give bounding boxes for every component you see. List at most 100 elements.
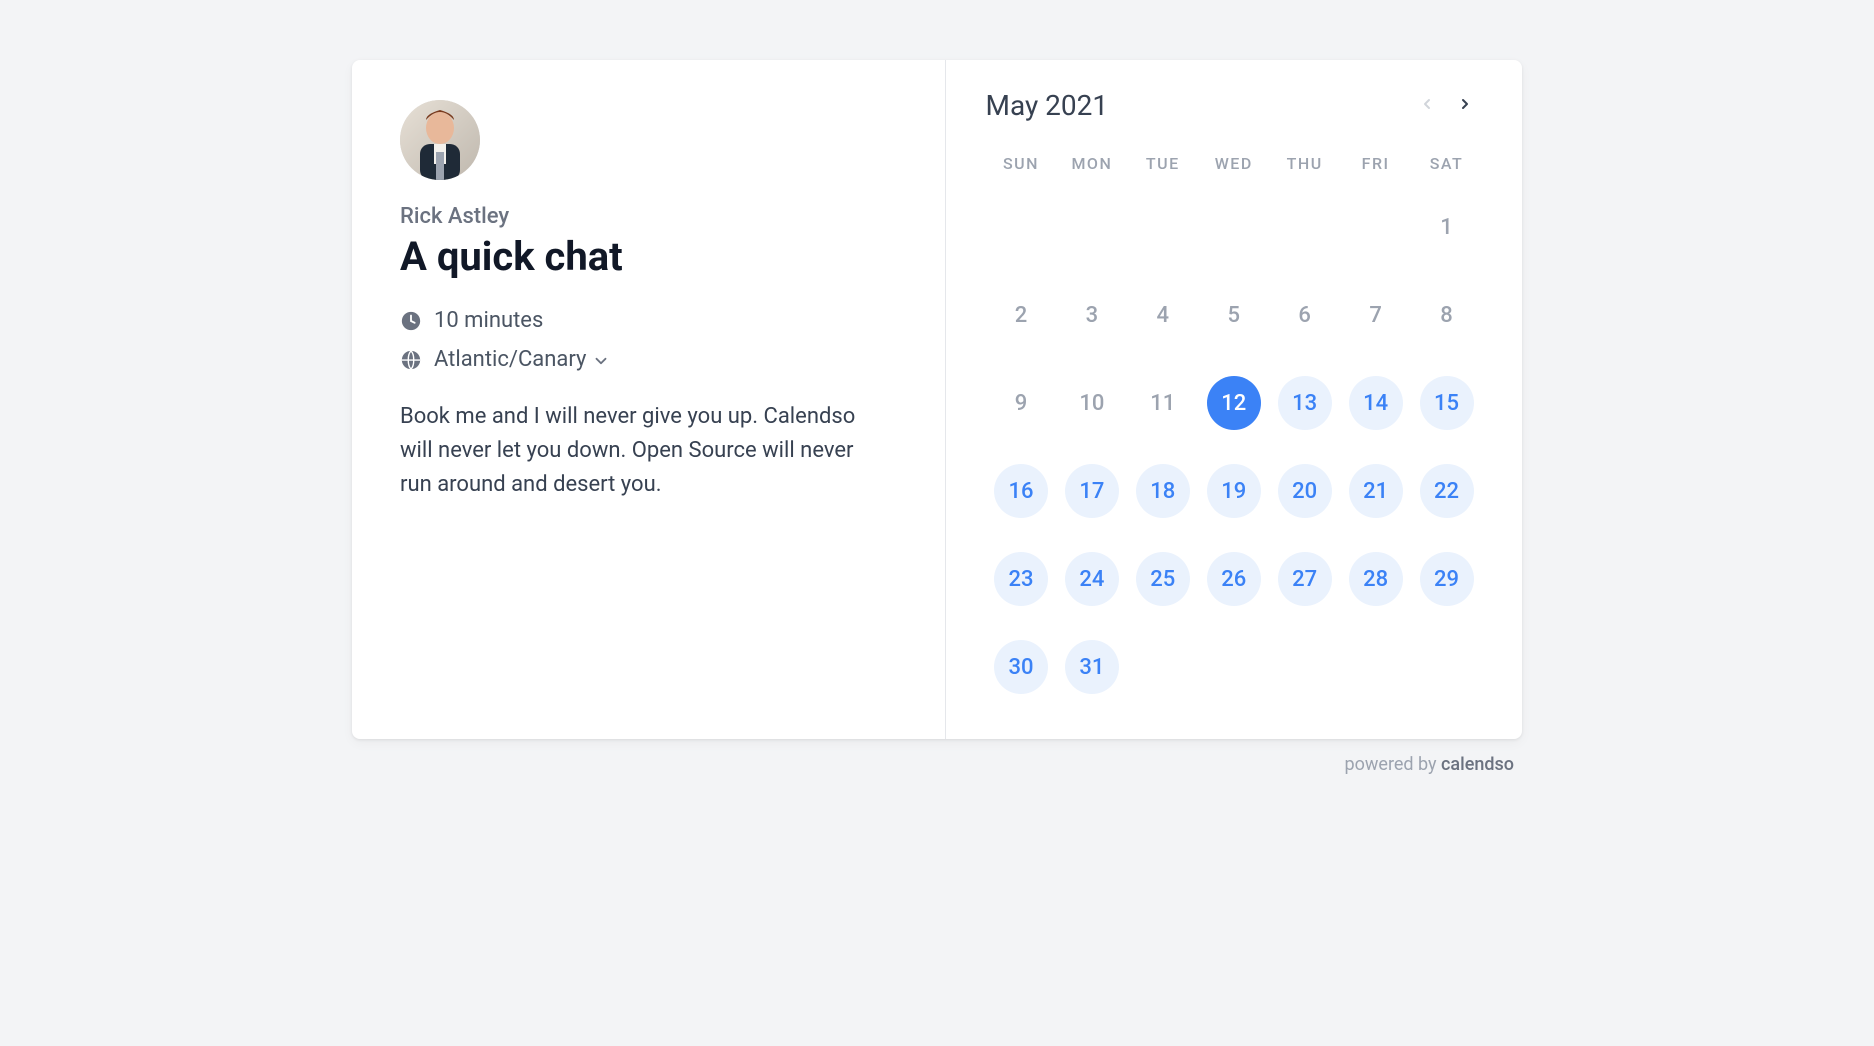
calendar-day-cell (1340, 195, 1411, 259)
calendar-day: 3 (1065, 288, 1119, 342)
calendar-day-cell: 5 (1198, 283, 1269, 347)
event-description: Book me and I will never give you up. Ca… (400, 400, 870, 502)
weekday-label: WED (1198, 144, 1269, 183)
clock-icon (400, 310, 422, 332)
timezone-selector[interactable]: Atlantic/Canary (400, 347, 897, 372)
event-title: A quick chat (400, 233, 897, 280)
calendar-day[interactable]: 16 (994, 464, 1048, 518)
calendar-day-cell (1269, 195, 1340, 259)
event-info-panel: Rick Astley A quick chat 10 minutes Atla… (352, 60, 946, 739)
calendar-day-cell: 16 (986, 459, 1057, 523)
calendar-day: 6 (1278, 288, 1332, 342)
weekday-label: THU (1269, 144, 1340, 183)
host-avatar (400, 100, 480, 180)
calendar-day-cell: 9 (986, 371, 1057, 435)
weekday-label: TUE (1127, 144, 1198, 183)
calendar-day-cell: 1 (1411, 195, 1482, 259)
calendar-day-cell (1198, 195, 1269, 259)
calendar-day[interactable]: 14 (1349, 376, 1403, 430)
calendar-day[interactable]: 30 (994, 640, 1048, 694)
calendar-header: May 2021 (986, 88, 1483, 122)
calendar-day-cell: 23 (986, 547, 1057, 611)
calendar-day[interactable]: 24 (1065, 552, 1119, 606)
calendar-day[interactable]: 26 (1207, 552, 1261, 606)
calendar-day-cell: 29 (1411, 547, 1482, 611)
calendar-day[interactable]: 18 (1136, 464, 1190, 518)
calendar-nav (1410, 88, 1482, 122)
calendar-day-cell: 26 (1198, 547, 1269, 611)
weekday-label: SAT (1411, 144, 1482, 183)
calendar-day: 9 (994, 376, 1048, 430)
calendar-day-cell: 25 (1127, 547, 1198, 611)
calendar-day[interactable]: 28 (1349, 552, 1403, 606)
calendar-day: 8 (1420, 288, 1474, 342)
calendar-day-cell: 27 (1269, 547, 1340, 611)
calendar-day: 1 (1420, 200, 1474, 254)
calendar-day-cell: 18 (1127, 459, 1198, 523)
calendar-day: 11 (1136, 376, 1190, 430)
timezone-text: Atlantic/Canary (434, 347, 586, 372)
calendar-day-cell: 17 (1056, 459, 1127, 523)
calendar-day[interactable]: 13 (1278, 376, 1332, 430)
duration-row: 10 minutes (400, 308, 897, 333)
calendar-day-cell: 6 (1269, 283, 1340, 347)
calendar-day-cell: 28 (1340, 547, 1411, 611)
calendar-panel: May 2021 SUNMONTUEWEDTHUFRISAT 123456789… (946, 60, 1523, 739)
calendar-day: 5 (1207, 288, 1261, 342)
booking-card: Rick Astley A quick chat 10 minutes Atla… (352, 60, 1522, 739)
globe-icon (400, 349, 422, 371)
calendar-day-cell (986, 195, 1057, 259)
weekday-label: SUN (986, 144, 1057, 183)
calendar-day-cell (1056, 195, 1127, 259)
calendar-day[interactable]: 19 (1207, 464, 1261, 518)
calendar-day-cell: 31 (1056, 635, 1127, 699)
chevron-left-icon (1419, 96, 1435, 115)
chevron-down-icon (592, 351, 610, 369)
weekday-label: MON (1056, 144, 1127, 183)
calendar-day[interactable]: 29 (1420, 552, 1474, 606)
calendar-day: 10 (1065, 376, 1119, 430)
calendar-day-cell: 21 (1340, 459, 1411, 523)
calendar-day[interactable]: 22 (1420, 464, 1474, 518)
calendar-day-cell: 19 (1198, 459, 1269, 523)
prev-month-button[interactable] (1410, 88, 1444, 122)
calendar-day[interactable]: 31 (1065, 640, 1119, 694)
calendar-days-grid: 1234567891011121314151617181920212223242… (986, 195, 1483, 699)
calendar-day-cell: 20 (1269, 459, 1340, 523)
calendar-day-cell: 24 (1056, 547, 1127, 611)
duration-text: 10 minutes (434, 308, 543, 333)
calendar-day[interactable]: 23 (994, 552, 1048, 606)
calendar-day-cell (1127, 195, 1198, 259)
calendar-day[interactable]: 25 (1136, 552, 1190, 606)
calendar-day[interactable]: 27 (1278, 552, 1332, 606)
calendar-day[interactable]: 20 (1278, 464, 1332, 518)
calendar-day[interactable]: 15 (1420, 376, 1474, 430)
calendar-day-cell: 15 (1411, 371, 1482, 435)
calendar-day-cell: 12 (1198, 371, 1269, 435)
host-name: Rick Astley (400, 204, 897, 229)
calendar-day[interactable]: 21 (1349, 464, 1403, 518)
calendar-day-cell: 8 (1411, 283, 1482, 347)
calendar-day-cell: 11 (1127, 371, 1198, 435)
calendar-day-cell: 30 (986, 635, 1057, 699)
weekday-label: FRI (1340, 144, 1411, 183)
calendar-day[interactable]: 17 (1065, 464, 1119, 518)
calendar-month-label: May 2021 (986, 89, 1109, 122)
calendar-day: 4 (1136, 288, 1190, 342)
chevron-right-icon (1457, 96, 1473, 115)
calendar-day-cell: 22 (1411, 459, 1482, 523)
calendar-day-cell: 4 (1127, 283, 1198, 347)
next-month-button[interactable] (1448, 88, 1482, 122)
powered-by-footer: powered by calendso (1345, 754, 1515, 775)
calendar-day-cell: 13 (1269, 371, 1340, 435)
calendar-day[interactable]: 12 (1207, 376, 1261, 430)
calendar-day-cell: 3 (1056, 283, 1127, 347)
calendar-weekdays: SUNMONTUEWEDTHUFRISAT (986, 144, 1483, 183)
calendar-day-cell: 2 (986, 283, 1057, 347)
footer-brand: calendso (1441, 754, 1514, 775)
calendar-day-cell: 7 (1340, 283, 1411, 347)
footer-prefix: powered by (1345, 754, 1442, 775)
calendar-day-cell: 14 (1340, 371, 1411, 435)
calendar-day: 7 (1349, 288, 1403, 342)
calendar-day-cell: 10 (1056, 371, 1127, 435)
